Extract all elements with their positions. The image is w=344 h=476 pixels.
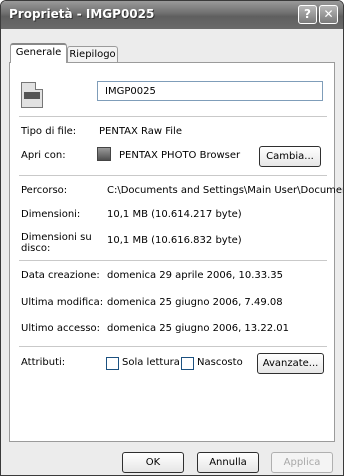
file-type-label: Tipo di file:	[21, 126, 77, 137]
window-title: Proprietà - IMGP0025	[9, 7, 155, 21]
change-button[interactable]: Cambia...	[259, 146, 321, 167]
close-button[interactable]: ✕	[319, 5, 338, 24]
file-name-input[interactable]	[97, 81, 323, 101]
modified-label: Ultima modifica:	[21, 297, 104, 308]
accessed-label: Ultimo accesso:	[21, 323, 101, 334]
separator	[19, 260, 327, 261]
hidden-label[interactable]: Nascosto	[197, 357, 243, 368]
path-value: C:\Documents and Settings\Main User\Docu…	[107, 185, 344, 196]
file-icon	[21, 82, 43, 108]
apply-button: Applica	[271, 452, 333, 473]
disk-size-value: 10,1 MB (10.616.832 byte)	[107, 235, 242, 246]
separator	[19, 175, 327, 176]
cancel-button[interactable]: Annulla	[197, 452, 259, 473]
readonly-checkbox[interactable]	[106, 357, 119, 370]
hidden-checkbox[interactable]	[181, 357, 194, 370]
file-type-value: PENTAX Raw File	[99, 126, 182, 137]
properties-dialog: Proprietà - IMGP0025 ? ✕ Generale Riepil…	[0, 0, 344, 476]
separator	[19, 346, 327, 347]
created-value: domenica 29 aprile 2006, 10.33.35	[107, 270, 283, 281]
open-with-label: Apri con:	[21, 150, 66, 161]
readonly-label[interactable]: Sola lettura	[122, 357, 180, 368]
accessed-value: domenica 25 giugno 2006, 13.22.01	[107, 323, 289, 334]
open-with-value: PENTAX PHOTO Browser	[119, 150, 241, 161]
disk-size-label-line2: disco:	[21, 243, 51, 254]
tab-generale[interactable]: Generale	[10, 43, 67, 63]
title-bar[interactable]: Proprietà - IMGP0025 ? ✕	[1, 1, 343, 29]
size-value: 10,1 MB (10.614.217 byte)	[107, 209, 242, 220]
modified-value: domenica 25 giugno 2006, 7.49.08	[107, 297, 283, 308]
disk-size-label-line1: Dimensioni su	[21, 232, 92, 243]
size-label: Dimensioni:	[21, 209, 81, 220]
ok-button[interactable]: OK	[122, 452, 184, 473]
advanced-button[interactable]: Avanzate...	[257, 353, 324, 374]
path-label: Percorso:	[21, 185, 68, 196]
pentax-browser-icon	[97, 147, 111, 161]
help-button[interactable]: ?	[298, 5, 317, 24]
general-panel	[9, 62, 335, 442]
created-label: Data creazione:	[21, 270, 100, 281]
separator	[19, 116, 327, 117]
attributes-label: Attributi:	[21, 357, 66, 368]
